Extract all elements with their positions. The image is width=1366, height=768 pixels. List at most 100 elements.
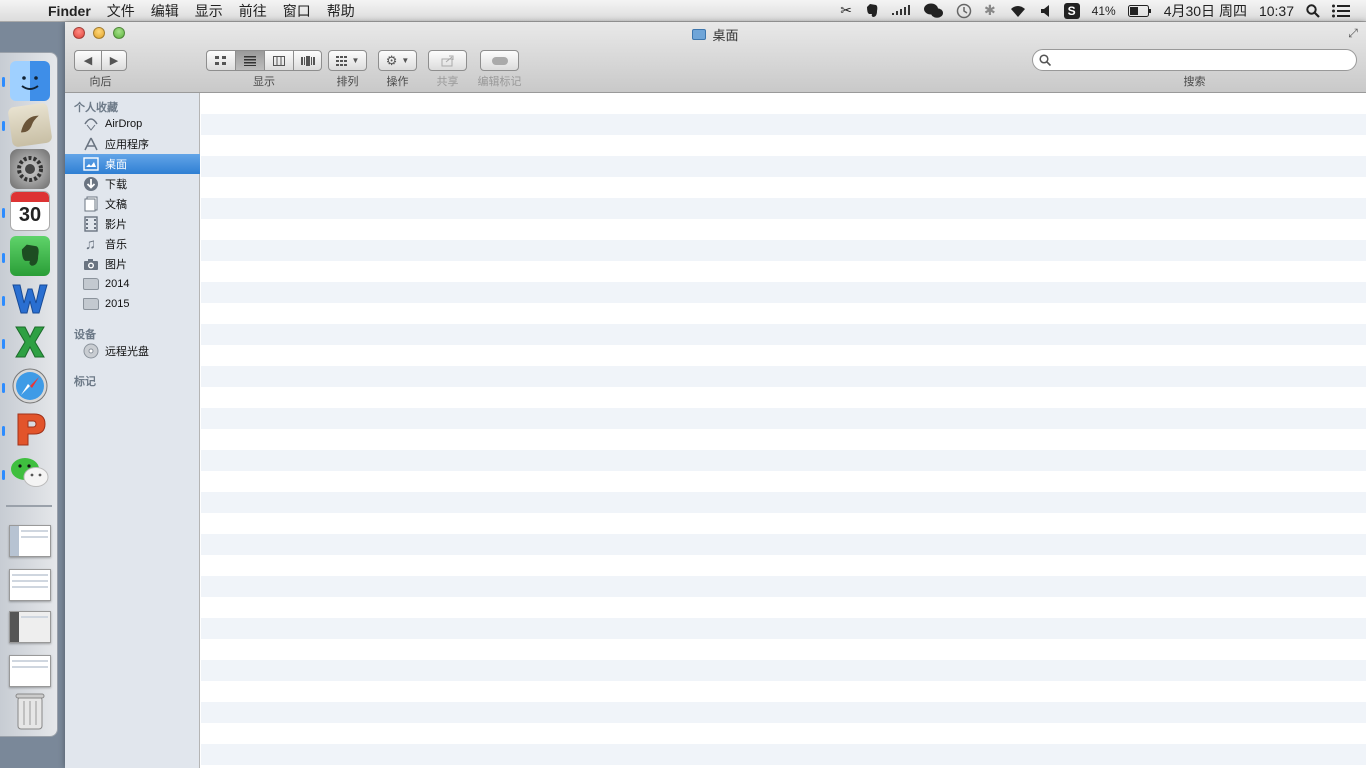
wifi-icon[interactable] [1002,0,1034,22]
movies-icon [82,216,99,232]
notification-center-icon[interactable] [1326,0,1356,22]
airdrop-icon [82,117,99,131]
arrange-label: 排列 [336,76,359,88]
minimized-window-thumbnail[interactable] [9,611,51,643]
sidebar-item-airdrop[interactable]: AirDrop [65,114,200,134]
evernote-status-icon[interactable] [858,0,886,22]
calendar-header [11,192,49,202]
excel-icon[interactable] [10,322,50,362]
search-field[interactable] [1032,49,1357,71]
date-display[interactable]: 4月30日 周四 [1158,0,1253,22]
gear-icon: ⚙ [385,52,398,68]
sidebar-item-label: 文稿 [105,199,127,211]
back-label: 向后 [89,76,112,88]
sidebar-item-label: 音乐 [105,239,127,251]
sidebar-item-label: 远程光盘 [105,346,149,358]
action-button[interactable]: ⚙ ▼ [378,50,417,71]
minimized-window-thumbnail[interactable] [9,655,51,687]
sidebar-item-documents[interactable]: 文稿 [65,194,200,214]
sidebar-item-pictures[interactable]: 图片 [65,254,200,274]
menu-app-name[interactable]: Finder [40,3,99,19]
back-button[interactable]: ◀ [74,50,101,71]
volume-icon[interactable] [1034,0,1058,22]
pictures-icon [82,257,99,271]
list-view-button[interactable] [235,50,264,71]
sogou-input-icon[interactable]: S [1058,0,1086,22]
chevron-down-icon: ▼ [351,56,360,65]
sidebar-item-folder-2014[interactable]: 2014 [65,274,200,294]
safari-icon[interactable] [10,366,50,406]
folder-icon [692,29,707,40]
sidebar-item-desktop[interactable]: 桌面 [65,154,200,174]
bluetooth-icon[interactable]: ✱ [978,0,1002,22]
signal-dots-icon[interactable] [886,0,918,22]
minimized-window-thumbnail[interactable] [9,569,51,601]
share-label: 共享 [436,76,459,88]
calendar-day: 30 [18,204,42,226]
chevron-down-icon: ▼ [401,56,410,65]
wechat-status-icon[interactable] [918,0,950,22]
minimized-window-thumbnail[interactable] [9,525,51,557]
sidebar-item-label: AirDrop [105,118,143,130]
menu-file[interactable]: 文件 [99,1,143,21]
menu-edit[interactable]: 编辑 [143,1,187,21]
back-forward-control: ◀ ▶ [74,50,127,71]
sidebar-item-label: 2014 [105,278,130,290]
sidebar-item-downloads[interactable]: 下载 [65,174,200,194]
sidebar-item-label: 应用程序 [105,139,149,151]
spotlight-search-icon[interactable] [1300,0,1326,22]
powerpoint-icon[interactable] [10,409,50,449]
trash-icon[interactable] [10,691,50,731]
music-icon: ♫ [84,235,97,253]
downloads-icon [82,177,99,191]
menu-view[interactable]: 显示 [187,1,231,21]
sidebar-item-applications[interactable]: 应用程序 [65,134,200,154]
fullscreen-icon[interactable]: ⤢ [1346,26,1360,40]
arrange-control: ▼ [328,50,367,71]
share-control [428,50,467,71]
column-view-button[interactable] [264,50,293,71]
applications-icon [82,137,99,151]
sidebar-item-music[interactable]: ♫ 音乐 [65,234,200,254]
time-machine-icon[interactable] [950,0,978,22]
tags-control [480,50,519,71]
scissors-icon[interactable]: ✂ [834,0,858,22]
evernote-icon[interactable] [10,236,50,276]
share-button[interactable] [428,50,467,71]
edit-tags-label: 编辑标记 [477,76,522,88]
view-label: 显示 [253,76,275,88]
action-control: ⚙ ▼ [378,50,417,71]
calendar-icon[interactable]: 30 [10,191,50,231]
window-title-text: 桌面 [712,28,739,43]
favorites-header: 个人收藏 [74,102,118,114]
time-display[interactable]: 10:37 [1253,0,1300,22]
running-indicator [2,426,5,436]
battery-icon[interactable] [1122,0,1158,22]
icon-view-button[interactable] [206,50,235,71]
finder-window: 桌面 ⤢ ◀ ▶ 向后 显示 ▼ 排列 ⚙ ▼ 操作 共享 编辑标记 搜索 个人… [65,22,1366,768]
coverflow-view-button[interactable] [293,50,322,71]
system-preferences-icon[interactable] [10,149,50,189]
wechat-icon[interactable] [10,453,50,493]
word-icon[interactable] [10,279,50,319]
arrange-button[interactable]: ▼ [328,50,367,71]
action-label: 操作 [386,76,409,88]
sidebar-item-folder-2015[interactable]: 2015 [65,294,200,314]
documents-icon [82,196,99,212]
mail-icon[interactable] [7,102,53,148]
running-indicator [2,121,5,131]
edit-tags-button[interactable] [480,50,519,71]
sidebar-item-movies[interactable]: 影片 [65,214,200,234]
sidebar-item-label: 桌面 [105,159,127,171]
menu-window[interactable]: 窗口 [275,1,319,21]
menu-go[interactable]: 前往 [231,1,275,21]
file-list-area[interactable] [201,93,1366,768]
forward-button[interactable]: ▶ [101,50,127,71]
sidebar-item-remote-disc[interactable]: 远程光盘 [65,341,200,361]
finder-icon[interactable] [10,61,50,101]
tags-header: 标记 [74,376,96,388]
search-input[interactable] [1055,53,1356,67]
dock: 30 [0,52,58,737]
running-indicator [2,296,5,306]
menu-help[interactable]: 帮助 [319,1,363,21]
